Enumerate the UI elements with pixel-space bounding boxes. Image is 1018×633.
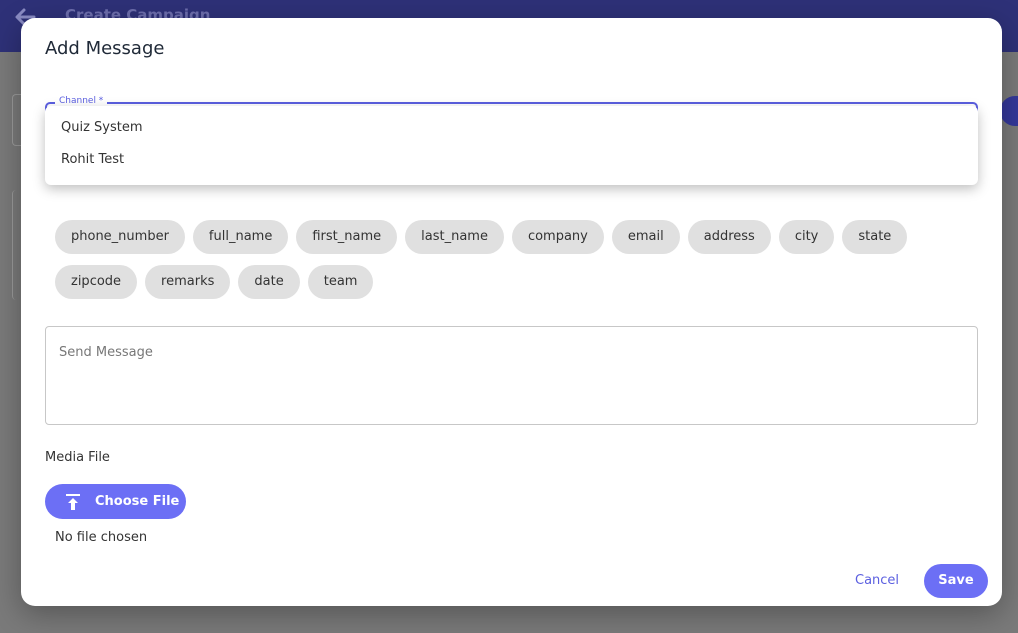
channel-option-rohit-test[interactable]: Rohit Test	[45, 144, 978, 176]
variable-chips: phone_number full_name first_name last_name…	[55, 220, 985, 310]
add-message-dialog: Add Message Channel * Quiz System Rohit …	[21, 18, 1002, 606]
dialog-title: Add Message	[45, 38, 165, 59]
chip-state[interactable]: state	[842, 220, 908, 254]
chip-remarks[interactable]: remarks	[145, 265, 231, 299]
choose-file-button[interactable]: Choose File	[45, 484, 186, 519]
chip-full-name[interactable]: full_name	[192, 220, 289, 254]
message-input[interactable]	[46, 327, 977, 424]
chip-team[interactable]: team	[307, 265, 374, 299]
channel-option-quiz-system[interactable]: Quiz System	[45, 112, 978, 144]
media-file-label: Media File	[45, 450, 110, 465]
chip-first-name[interactable]: first_name	[296, 220, 398, 254]
upload-icon	[65, 493, 81, 511]
choose-file-label: Choose File	[95, 494, 180, 509]
chip-address[interactable]: address	[687, 220, 771, 254]
cancel-button[interactable]: Cancel	[847, 564, 907, 598]
channel-label: Channel *	[55, 96, 108, 106]
chip-city[interactable]: city	[778, 220, 835, 254]
chip-email[interactable]: email	[611, 220, 680, 254]
chip-last-name[interactable]: last_name	[405, 220, 504, 254]
chip-date[interactable]: date	[238, 265, 300, 299]
chip-phone-number[interactable]: phone_number	[55, 220, 185, 254]
message-field	[45, 326, 978, 425]
file-status: No file chosen	[55, 530, 148, 545]
background-button	[1000, 96, 1018, 126]
save-button[interactable]: Save	[924, 564, 988, 598]
chip-zipcode[interactable]: zipcode	[55, 265, 138, 299]
channel-dropdown-menu: Quiz System Rohit Test	[45, 106, 978, 185]
chip-company[interactable]: company	[511, 220, 604, 254]
